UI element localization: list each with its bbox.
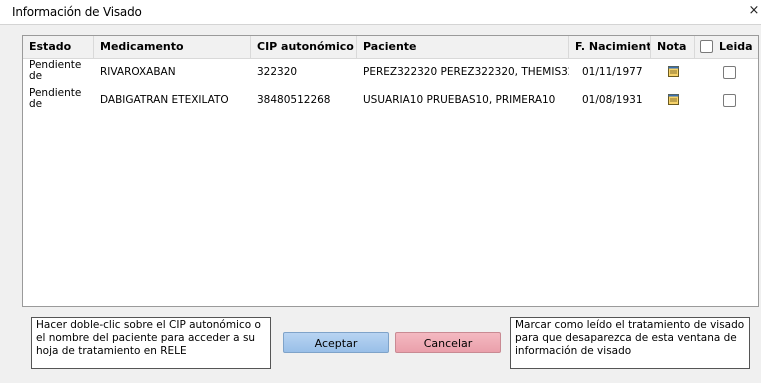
select-all-checkbox[interactable] [700,40,713,53]
window-title: Información de Visado [12,5,142,19]
note-icon[interactable] [668,66,679,77]
table-header: Estado Medicamento CIP autonómico Pacien… [23,36,758,59]
nota-cell[interactable] [651,59,695,85]
note-icon[interactable] [668,94,679,105]
cancel-button[interactable]: Cancelar [395,332,501,353]
leida-checkbox[interactable] [723,94,736,107]
header-leida[interactable]: Leida [695,36,758,58]
paciente-cell[interactable]: USUARIA10 PRUEBAS10, PRIMERA10 [357,87,569,113]
cip-cell[interactable]: 38480512268 [251,87,357,113]
paciente-cell[interactable]: PEREZ322320 PEREZ322320, THEMIS32... [357,59,569,85]
medicamento-cell: DABIGATRAN ETEXILATO [100,94,229,106]
estado-cell: Pendiente de [29,87,82,110]
header-nacimiento[interactable]: F. Nacimiento [569,36,651,58]
nota-cell[interactable] [651,87,695,113]
medicamento-cell: RIVAROXABAN [100,66,176,78]
visado-table: Estado Medicamento CIP autonómico Pacien… [22,35,759,307]
help-text-right: Marcar como leído el tratamiento de visa… [510,317,750,369]
header-nota[interactable]: Nota [651,36,695,58]
close-button[interactable]: × [747,0,761,24]
help-text-left: Hacer doble-clic sobre el CIP autonómico… [31,317,271,369]
header-medicamento[interactable]: Medicamento [94,36,251,58]
leida-checkbox[interactable] [723,66,736,79]
cip-cell[interactable]: 322320 [251,59,357,85]
nacimiento-cell: 01/08/1931 [582,94,643,106]
header-paciente[interactable]: Paciente [357,36,569,58]
accept-button[interactable]: Aceptar [283,332,389,353]
estado-cell: Pendiente de [29,59,82,82]
header-leida-label: Leida [719,40,753,53]
table-row[interactable]: Pendiente de DABIGATRAN ETEXILATO 384805… [23,87,758,113]
header-cip[interactable]: CIP autonómico [251,36,357,58]
nacimiento-cell: 01/11/1977 [582,66,643,78]
table-row[interactable]: Pendiente de RIVAROXABAN 322320 PEREZ322… [23,59,758,85]
header-estado[interactable]: Estado [23,36,94,58]
leida-cell[interactable] [695,87,758,113]
title-bar: Información de Visado × [0,0,761,25]
leida-cell[interactable] [695,59,758,85]
